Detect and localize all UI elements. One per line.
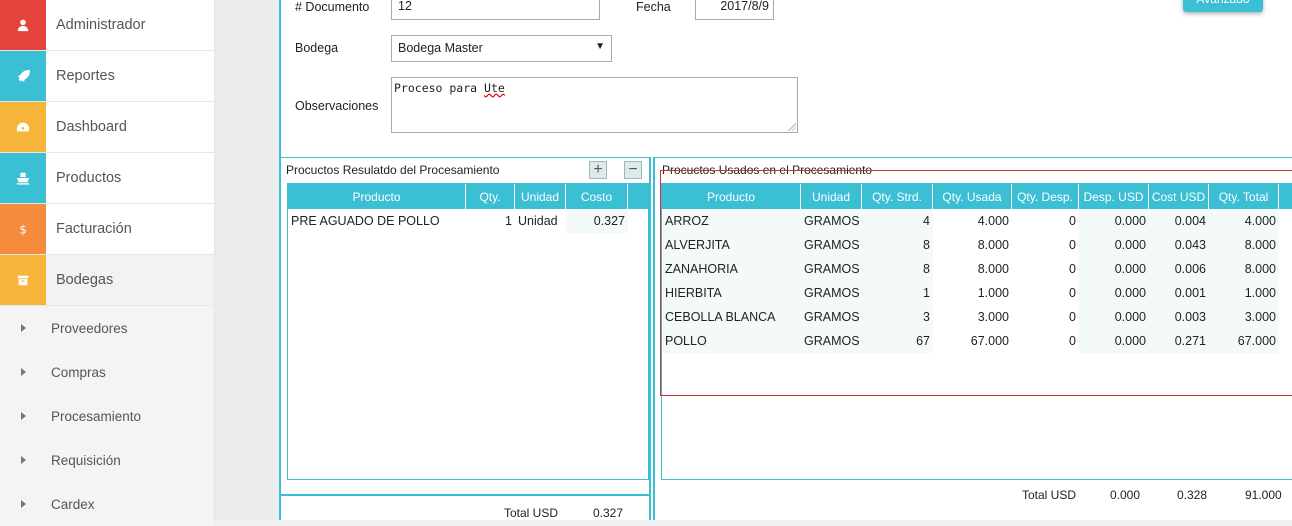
sidebar-item-label: Productos xyxy=(56,170,122,186)
sidebar-item-label: Bodegas xyxy=(56,272,114,288)
bodega-select[interactable]: Bodega Master ▼ xyxy=(391,35,612,62)
resultado-total-label: Total USD xyxy=(504,506,559,520)
usados-total-cost: 0.328 xyxy=(1177,488,1208,502)
column-header[interactable]: Producto xyxy=(288,184,466,209)
dollar-icon: $ xyxy=(0,204,46,254)
bodega-select-value: Bodega Master xyxy=(398,41,483,55)
rocket-icon xyxy=(0,51,46,101)
usados-section: Procuctos Usados en el Procesamiento Pro… xyxy=(653,157,1292,520)
svg-text:$: $ xyxy=(20,222,27,236)
avanzado-button[interactable]: Avanzado xyxy=(1183,0,1263,12)
caret-right-icon xyxy=(21,412,26,420)
resultado-section: Procuctos Resulatdo del Procesamiento + … xyxy=(281,157,651,520)
sidebar-item-label: Administrador xyxy=(56,17,146,33)
usados-total-desp-usd: 0.000 xyxy=(1110,488,1141,502)
chevron-down-icon: ▼ xyxy=(595,41,605,52)
sidebar-subitem-label: Requisición xyxy=(51,452,121,468)
fecha-input[interactable]: 2017/8/9 xyxy=(695,0,774,20)
sidebar-item-facturacin[interactable]: $ Facturación xyxy=(0,204,214,255)
fecha-label: Fecha xyxy=(636,0,671,14)
resultado-total-value: 0.327 xyxy=(593,506,624,520)
sidebar-item-label: Reportes xyxy=(56,68,115,84)
observaciones-textarea[interactable]: Proceso para Ute xyxy=(391,77,798,133)
sidebar-subitem-label: Procesamiento xyxy=(51,408,142,424)
sidebar-subitem-procesamiento[interactable]: Procesamiento xyxy=(0,394,214,438)
sidebar-subitem-label: Proveedores xyxy=(51,320,128,336)
documento-input[interactable]: 12 xyxy=(391,0,600,20)
usados-total-label: Total USD xyxy=(1022,488,1077,502)
usados-total-qty: 91.000 xyxy=(1245,488,1282,502)
add-icon[interactable]: + xyxy=(589,161,607,179)
content-gutter xyxy=(215,0,279,520)
table-cell-unidad: Unidad xyxy=(515,209,566,233)
resultado-grid: Producto Qty. Unidad Costo PRE AGUADO DE PO… xyxy=(287,183,649,480)
caret-right-icon xyxy=(21,324,26,332)
table-cell-qty: 1 xyxy=(466,209,515,233)
column-header[interactable]: Costo xyxy=(566,184,628,209)
caret-right-icon xyxy=(21,500,26,508)
validation-outline xyxy=(660,170,1292,396)
sidebar-subitem-proveedores[interactable]: Proveedores xyxy=(0,306,214,350)
bodega-label: Bodega xyxy=(295,41,339,55)
resize-grip-icon[interactable] xyxy=(788,123,796,131)
sidebar-subitem-label: Cardex xyxy=(51,496,95,512)
user-icon xyxy=(0,0,46,50)
sidebar-item-productos[interactable]: Productos xyxy=(0,153,214,204)
resultado-title: Procuctos Resulatdo del Procesamiento xyxy=(286,163,500,177)
observaciones-text: Proceso para xyxy=(394,81,485,95)
sidebar-item-label: Dashboard xyxy=(56,119,127,135)
sidebar-item-administrador[interactable]: Administrador xyxy=(0,0,214,51)
sidebar-subitem-compras[interactable]: Compras xyxy=(0,350,214,394)
column-header[interactable]: Qty. xyxy=(466,184,515,209)
resultado-grid-header: Producto Qty. Unidad Costo xyxy=(288,184,648,209)
sidebar-subitem-cardex[interactable]: Cardex xyxy=(0,482,214,526)
caret-right-icon xyxy=(21,368,26,376)
sidebar-item-reportes[interactable]: Reportes xyxy=(0,51,214,102)
archive-icon xyxy=(0,255,46,305)
sidebar: Administrador Reportes Dashboard Productos $… xyxy=(0,0,215,526)
caret-right-icon xyxy=(21,456,26,464)
sidebar-item-bodegas[interactable]: Bodegas xyxy=(0,255,214,306)
dashboard-icon xyxy=(0,102,46,152)
table-row[interactable]: PRE AGUADO DE POLLO 1 Unidad 0.327 xyxy=(288,209,648,233)
sidebar-subitem-label: Compras xyxy=(51,364,106,380)
ship-icon xyxy=(0,153,46,203)
table-cell-producto: PRE AGUADO DE POLLO xyxy=(288,209,466,233)
table-cell-costo: 0.327 xyxy=(566,209,628,233)
column-header[interactable]: Unidad xyxy=(515,184,566,209)
observaciones-label: Observaciones xyxy=(295,99,379,113)
documento-label: # Documento xyxy=(295,0,370,14)
procesamiento-panel: Avanzado # Documento 12 Fecha 2017/8/9 B… xyxy=(279,0,1292,520)
sidebar-subitem-requisicin[interactable]: Requisición xyxy=(0,438,214,482)
observaciones-misspelled-word: Ute xyxy=(484,81,505,95)
sidebar-item-label: Facturación xyxy=(56,221,132,237)
sidebar-item-dashboard[interactable]: Dashboard xyxy=(0,102,214,153)
remove-icon[interactable]: − xyxy=(624,161,642,179)
resultado-divider xyxy=(281,494,649,496)
